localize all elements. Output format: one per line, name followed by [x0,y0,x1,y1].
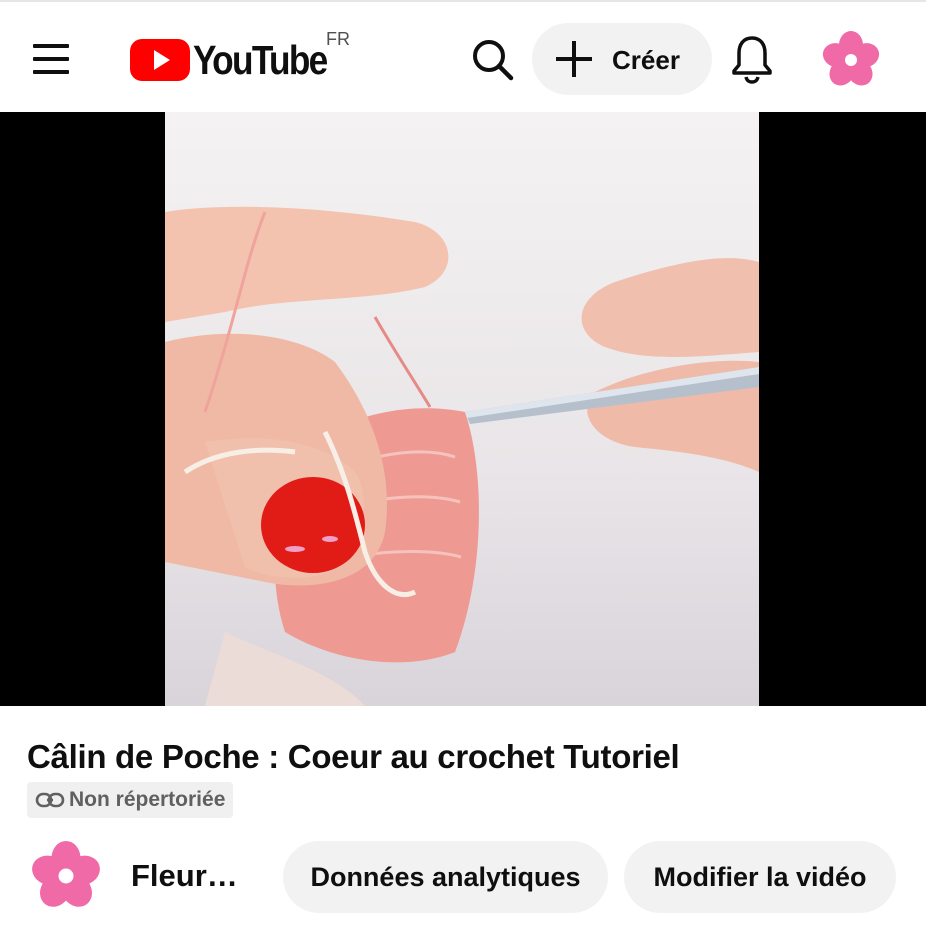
youtube-play-icon [130,39,190,81]
visibility-badge: Non répertoriée [27,782,234,818]
account-avatar[interactable] [820,29,882,91]
flower-avatar-icon [822,31,880,86]
video-player[interactable] [0,112,926,706]
video-title: Câlin de Poche : Coeur au crochet Tutori… [27,738,680,775]
youtube-logo[interactable]: YouTube [130,35,350,83]
menu-button[interactable] [28,36,74,82]
create-button[interactable]: Créer [532,23,712,95]
app-header: YouTube FR Créer [0,2,926,112]
channel-avatar[interactable] [28,838,104,914]
channel-name[interactable]: Fleur… [131,858,238,894]
hamburger-menu-icon [33,44,69,74]
search-button[interactable] [468,35,516,83]
analytics-button[interactable]: Données analytiques [283,841,608,913]
create-label: Créer [612,45,680,75]
logo-wordmark: YouTube [193,37,328,83]
video-frame [165,112,759,706]
bell-icon [732,36,772,84]
visibility-label: Non répertoriée [69,788,226,811]
flower-avatar-icon [32,841,100,907]
notifications-button[interactable] [728,33,776,85]
plus-icon [556,41,592,77]
edit-video-button[interactable]: Modifier la vidéo [624,841,896,913]
region-code: FR [326,29,350,49]
search-icon [473,40,514,81]
link-icon [35,792,65,808]
video-thumbnail-image [165,112,759,706]
